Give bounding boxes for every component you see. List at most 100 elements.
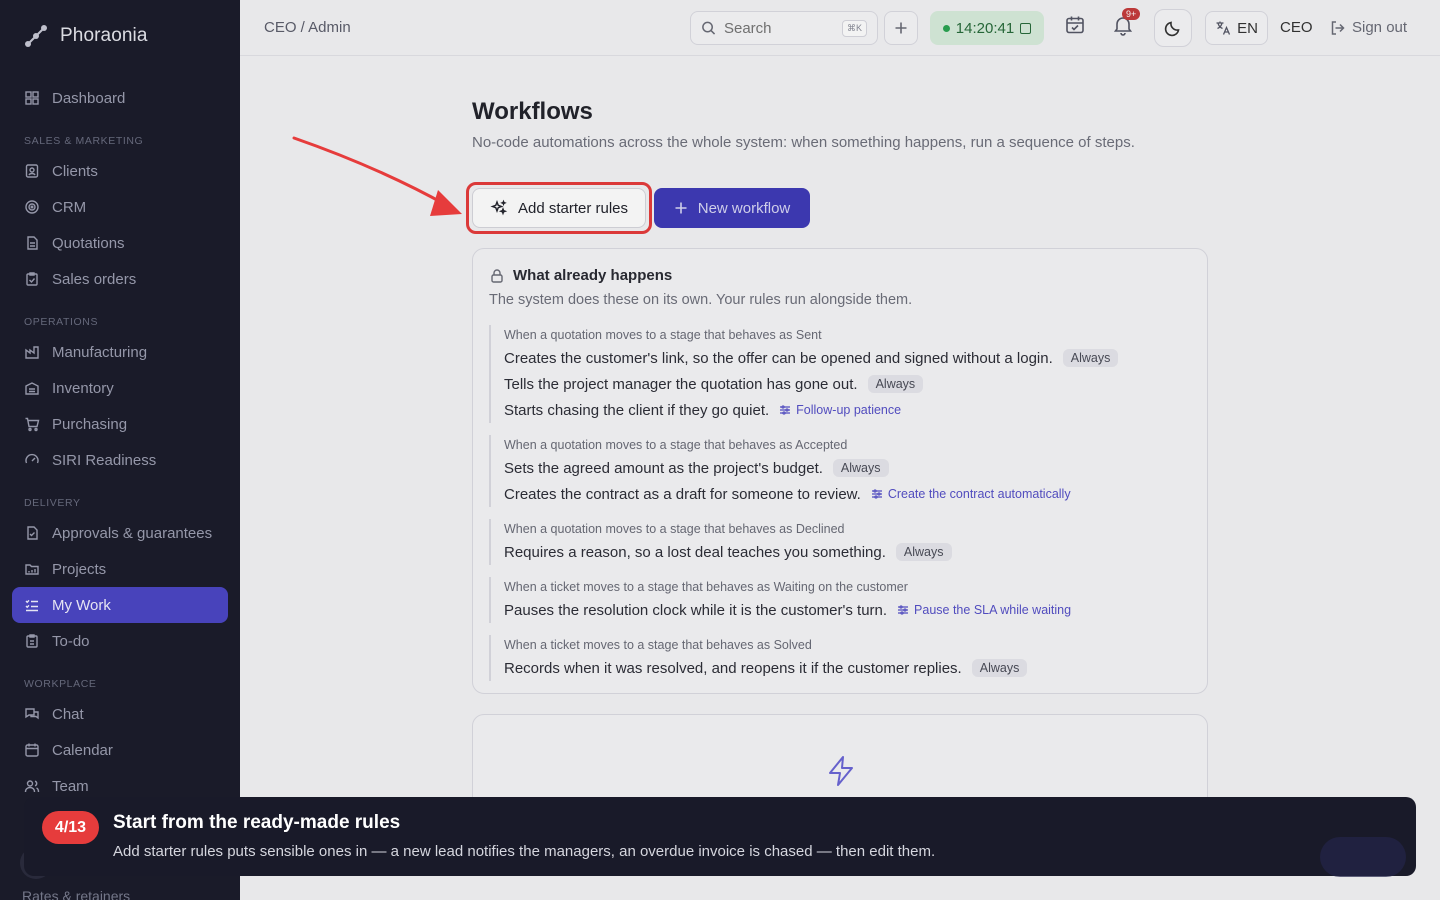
- app-name: Phoraonia: [60, 25, 148, 46]
- page-title: Workflows: [472, 98, 593, 125]
- cart-icon: [25, 417, 40, 432]
- role-label[interactable]: CEO: [1280, 19, 1313, 36]
- quick-add-button[interactable]: [884, 11, 918, 45]
- rule-text: Creates the contract as a draft for some…: [504, 485, 861, 503]
- users-icon: [24, 780, 40, 793]
- sliders-icon: [898, 605, 909, 615]
- plus-icon: [895, 22, 907, 34]
- sidebar-item-my-work[interactable]: My Work: [12, 587, 228, 623]
- language-label: EN: [1237, 19, 1258, 37]
- setting-link[interactable]: Create the contract automatically: [871, 487, 1071, 501]
- theme-toggle[interactable]: [1154, 9, 1192, 47]
- rule-text: Requires a reason, so a lost deal teache…: [504, 543, 886, 561]
- rule-item: Requires a reason, so a lost deal teache…: [504, 539, 952, 565]
- setting-link[interactable]: Pause the SLA while waiting: [897, 603, 1071, 617]
- shortcut-hint: ⌘K: [841, 19, 867, 37]
- sign-out-label: Sign out: [1352, 19, 1408, 36]
- brand[interactable]: Phoraonia: [22, 22, 148, 50]
- sidebar: Phoraonia Dashboard SALES & MARKETING Cl…: [0, 0, 240, 900]
- sidebar-item-label: To-do: [52, 632, 90, 650]
- always-tag: Always: [895, 543, 952, 561]
- setting-label: Follow-up patience: [796, 403, 902, 417]
- rule-text: Sets the agreed amount as the project's …: [504, 459, 823, 477]
- sidebar-item-label: Approvals & guarantees: [52, 524, 213, 542]
- card-title: What already happens: [513, 267, 673, 284]
- sidebar-item-rates[interactable]: Rates & retainers: [22, 888, 130, 900]
- sidebar-item-approvals[interactable]: Approvals & guarantees: [12, 515, 228, 551]
- always-tag: Always: [971, 659, 1028, 677]
- new-workflow-button[interactable]: New workflow: [654, 188, 810, 228]
- sidebar-item-sales-orders[interactable]: Sales orders: [12, 261, 228, 297]
- sidebar-item-label: Purchasing: [52, 415, 128, 433]
- rule-item: Records when it was resolved, and reopen…: [504, 655, 1028, 681]
- sidebar-item-label: Manufacturing: [52, 343, 148, 361]
- list-check-icon: [25, 599, 38, 612]
- language-switcher[interactable]: EN: [1205, 11, 1268, 45]
- target-icon: [25, 200, 39, 214]
- sidebar-item-label: Quotations: [52, 234, 125, 252]
- lock-icon: [491, 268, 503, 283]
- sidebar-item-clients[interactable]: Clients: [12, 153, 228, 189]
- sidebar-item-crm[interactable]: CRM: [12, 189, 228, 225]
- sidebar-item-dashboard[interactable]: Dashboard: [12, 80, 228, 116]
- rule-item: Tells the project manager the quotation …: [504, 371, 1118, 397]
- sidebar-item-label: Clients: [52, 162, 98, 180]
- sidebar-item-todo[interactable]: To-do: [12, 623, 228, 659]
- section-sales: SALES & MARKETING: [24, 135, 144, 147]
- running-indicator: [942, 24, 950, 32]
- rule-text: Starts chasing the client if they go qui…: [504, 401, 770, 419]
- setting-label: Pause the SLA while waiting: [914, 603, 1072, 617]
- stop-icon[interactable]: [1020, 22, 1032, 34]
- chat-icon: [25, 708, 39, 720]
- search-box[interactable]: ⌘K: [690, 11, 878, 45]
- rule-text: Creates the customer's link, so the offe…: [504, 349, 1053, 367]
- calendar-icon[interactable]: [1064, 14, 1086, 36]
- always-tag: Always: [867, 375, 924, 393]
- sidebar-item-calendar[interactable]: Calendar: [12, 732, 228, 768]
- tour-highlight: [466, 182, 652, 234]
- notification-badge: 9+: [1122, 8, 1141, 20]
- breadcrumb[interactable]: CEO / Admin: [264, 19, 351, 36]
- topbar: CEO / Admin ⌘K 14:20:41 9+ EN CEO Sign o…: [240, 0, 1440, 56]
- sidebar-item-siri[interactable]: SIRI Readiness: [12, 442, 228, 478]
- tour-step-counter: 4/13: [42, 811, 99, 844]
- trigger-text: When a quotation moves to a stage that b…: [504, 522, 845, 536]
- logout-icon: [1331, 20, 1345, 35]
- search-input[interactable]: [723, 19, 834, 37]
- card-header: What already happens: [489, 267, 672, 284]
- sidebar-item-chat[interactable]: Chat: [12, 696, 228, 732]
- sidebar-item-label: Inventory: [52, 379, 114, 397]
- rule-text: Pauses the resolution clock while it is …: [504, 601, 888, 619]
- rule-item: Creates the customer's link, so the offe…: [504, 345, 1119, 371]
- rule-text: Tells the project manager the quotation …: [504, 375, 858, 393]
- logo-icon: [22, 22, 50, 50]
- sidebar-item-label: SIRI Readiness: [52, 451, 157, 469]
- clock-value: 14:20:41: [955, 19, 1015, 37]
- rule-text: Records when it was resolved, and reopen…: [504, 659, 962, 677]
- setting-label: Create the contract automatically: [887, 487, 1071, 501]
- always-tag: Always: [1062, 349, 1119, 367]
- file-check-icon: [27, 526, 38, 540]
- section-delivery: DELIVERY: [24, 497, 81, 509]
- sidebar-item-label: Sales orders: [52, 270, 137, 288]
- sidebar-item-purchasing[interactable]: Purchasing: [12, 406, 228, 442]
- rule-group: When a quotation moves to a stage that b…: [489, 519, 952, 565]
- page-subtitle: No-code automations across the whole sys…: [472, 134, 1135, 151]
- sidebar-item-quotations[interactable]: Quotations: [12, 225, 228, 261]
- always-tag: Always: [832, 459, 889, 477]
- card-subtitle: The system does these on its own. Your r…: [489, 292, 913, 308]
- sign-out-link[interactable]: Sign out: [1330, 19, 1407, 36]
- rule-group: When a quotation moves to a stage that b…: [489, 325, 1119, 423]
- folder-icon: [25, 564, 39, 575]
- sidebar-item-inventory[interactable]: Inventory: [12, 370, 228, 406]
- sidebar-item-manufacturing[interactable]: Manufacturing: [12, 334, 228, 370]
- dashboard-icon: [25, 91, 39, 105]
- sidebar-item-label: My Work: [52, 596, 111, 614]
- tour-body: Add starter rules puts sensible ones in …: [113, 843, 936, 860]
- time-tracker[interactable]: 14:20:41: [930, 11, 1044, 45]
- help-chat-button[interactable]: [1320, 837, 1406, 877]
- sliders-icon: [871, 489, 882, 499]
- setting-link[interactable]: Follow-up patience: [779, 403, 901, 417]
- gauge-icon: [25, 453, 39, 464]
- sidebar-item-projects[interactable]: Projects: [12, 551, 228, 587]
